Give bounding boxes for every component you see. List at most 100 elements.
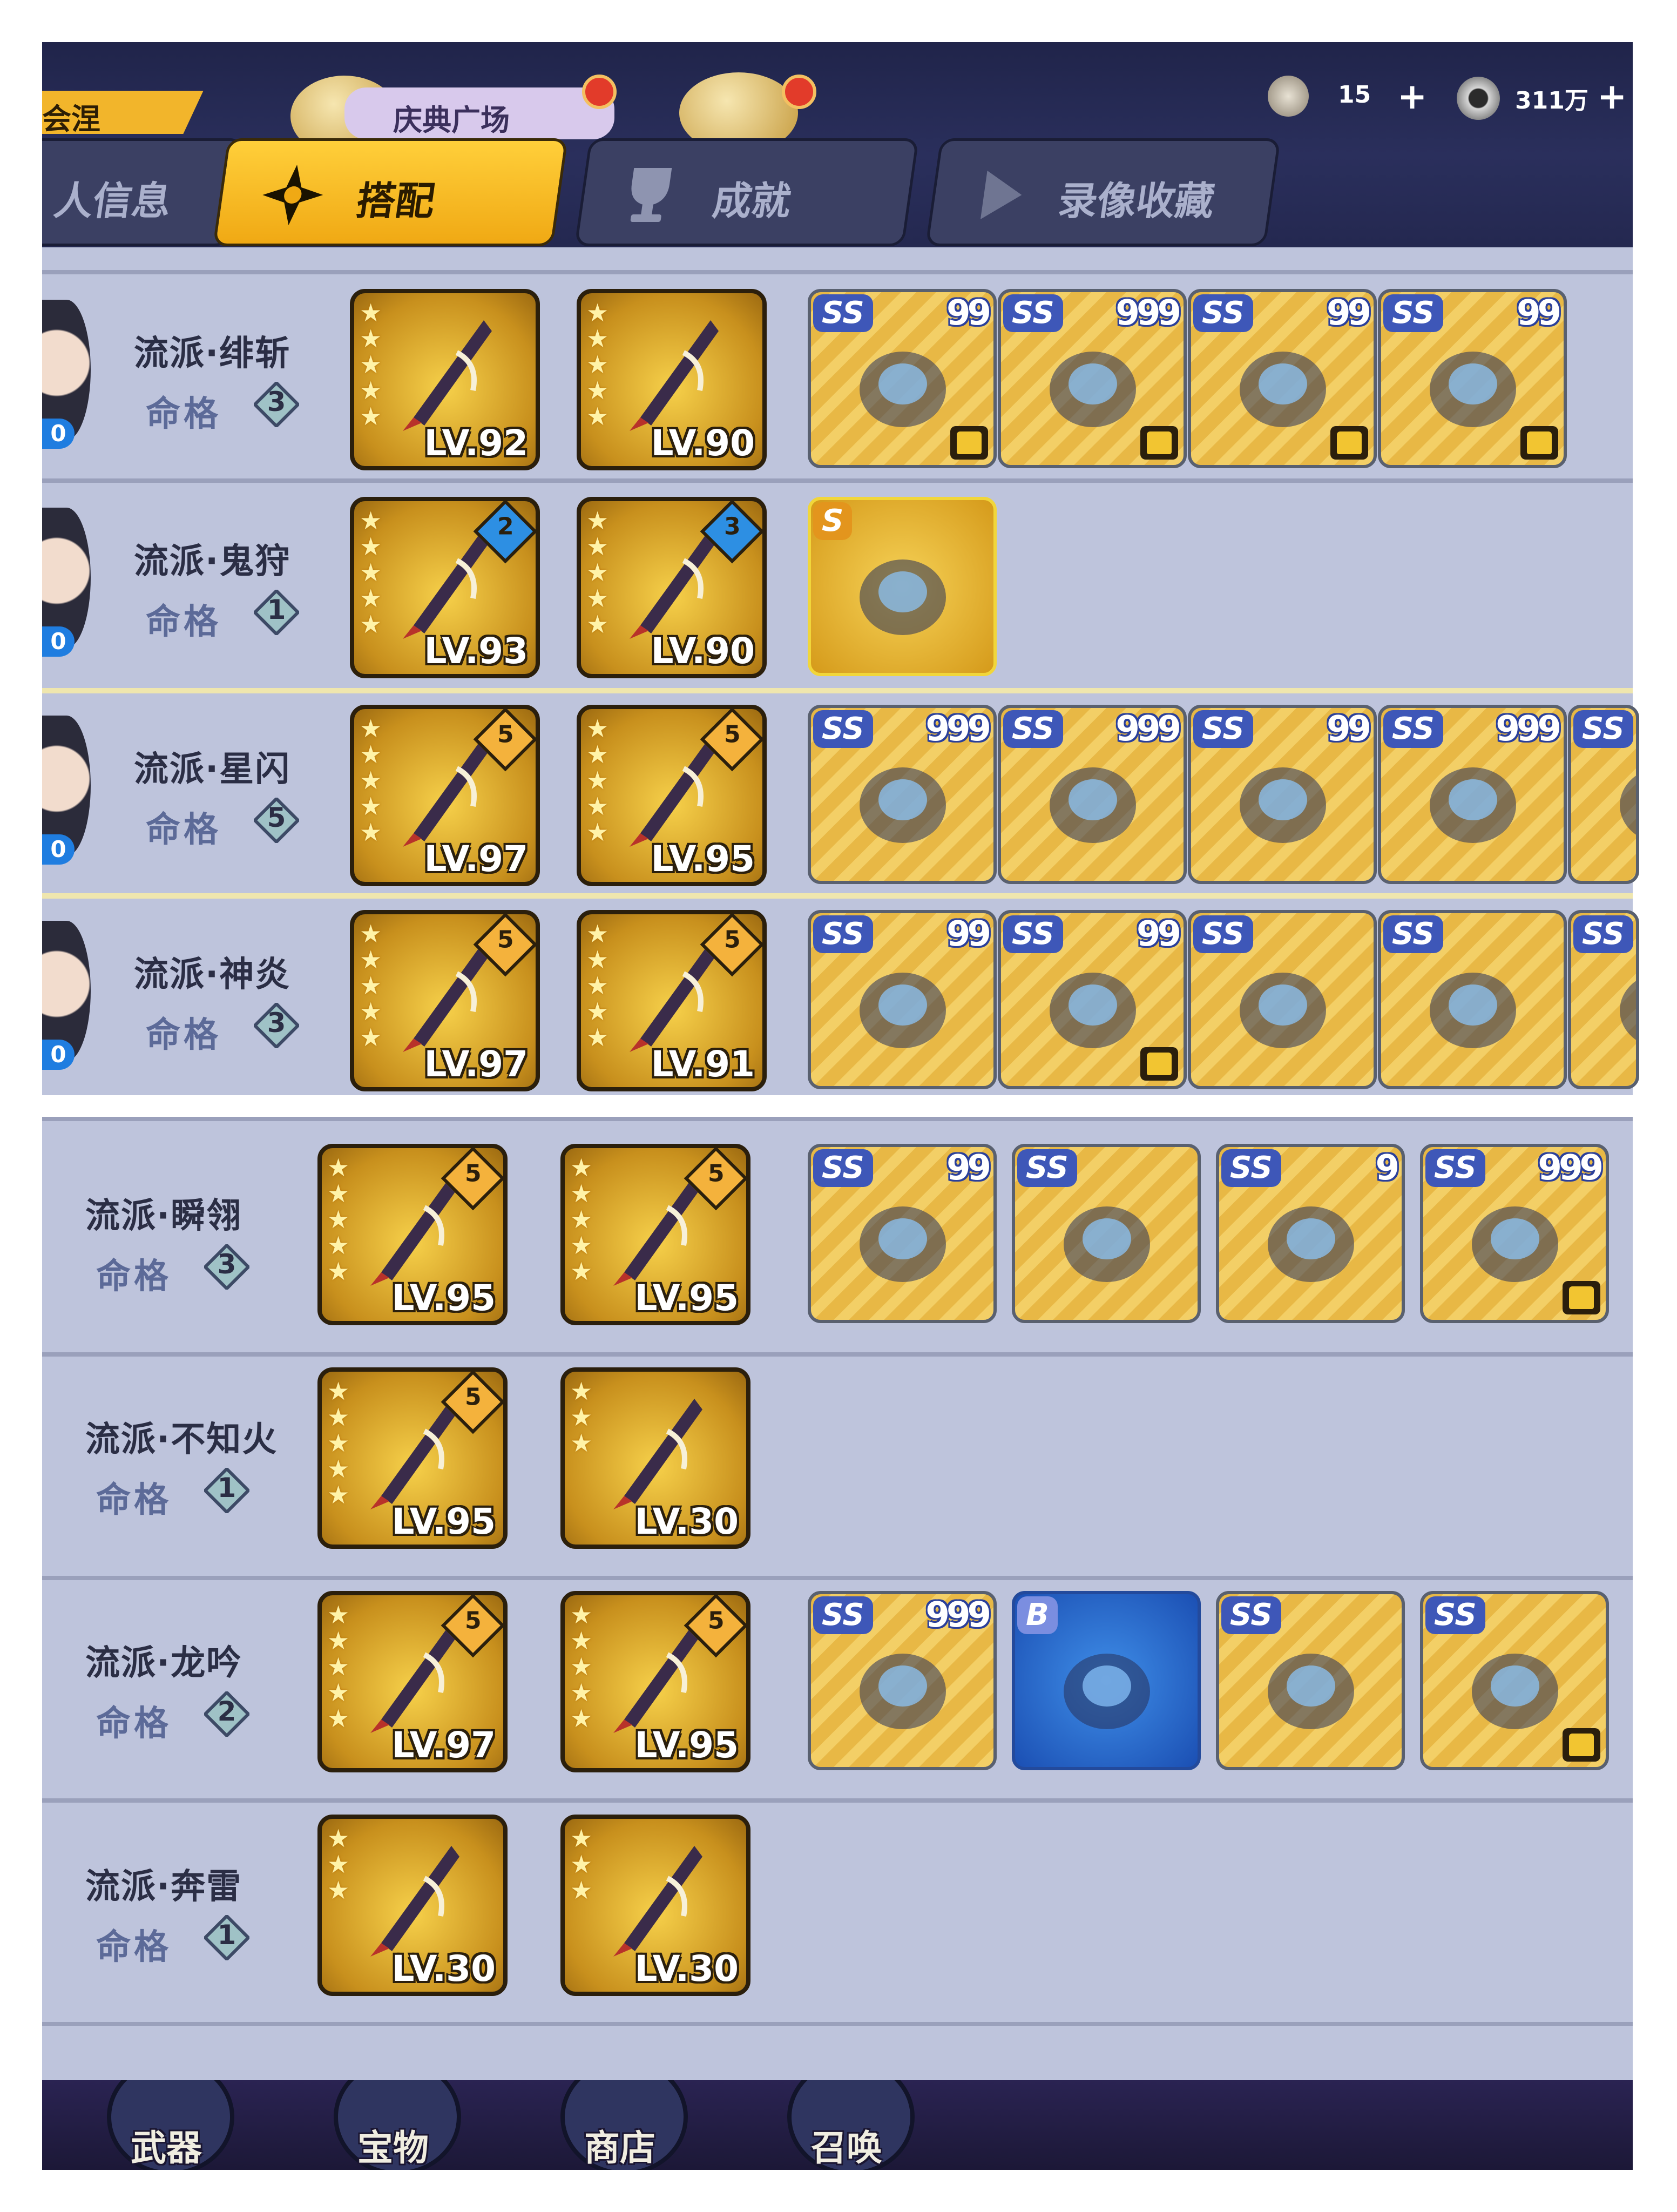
equipment-item[interactable]: SS 999 xyxy=(1420,1144,1609,1323)
equipment-item[interactable]: B xyxy=(1012,1591,1201,1770)
item-count: 999 xyxy=(925,1595,991,1635)
equipment-item[interactable]: SS 99 xyxy=(808,1144,997,1323)
equipment-item[interactable]: SS 99 xyxy=(808,289,997,468)
equipment-item[interactable]: SS xyxy=(1012,1144,1201,1323)
tab-personal-info-label: 人信息 xyxy=(51,178,174,224)
equipment-item[interactable]: SS 999 xyxy=(808,705,997,884)
mingge-rank-number: 3 xyxy=(267,1007,286,1038)
loadout-row[interactable]: 0 流派·星闪 命格 5 ★ ★ ★ ★ ★ 5 LV.97 ★ ★ ★ ★ ★ 5 LV.95 S… xyxy=(42,699,1639,886)
equipment-item[interactable]: SS xyxy=(1216,1591,1405,1770)
weapon-card[interactable]: ★ ★ ★ ★ ★ LV.92 xyxy=(350,289,540,470)
equipment-item[interactable]: SS 999 xyxy=(998,289,1187,468)
mingge-label: 命格 xyxy=(146,394,221,434)
item-grade-label: SS xyxy=(813,294,873,332)
nav-summon[interactable]: 召唤 xyxy=(766,2080,928,2170)
equipment-item[interactable]: SS 99 xyxy=(998,910,1187,1089)
star-rating-icon: ★ ★ ★ ★ ★ xyxy=(586,506,609,639)
item-grade-label: S xyxy=(813,502,853,540)
item-art-icon xyxy=(1252,1185,1370,1298)
star-rating-icon: ★ ★ ★ ★ ★ xyxy=(360,298,382,431)
weapon-card[interactable]: ★ ★ ★ ★ ★ 5 LV.95 xyxy=(317,1144,508,1325)
nav-treasure[interactable]: 宝物 xyxy=(312,2080,474,2170)
item-grade-label: SS xyxy=(1221,1596,1281,1634)
add-coin-button[interactable]: + xyxy=(1597,79,1627,114)
weapon-card[interactable]: ★ ★ ★ ★ ★ 2 LV.93 xyxy=(350,497,540,678)
tab-achievements[interactable]: 成就 xyxy=(574,138,919,246)
row-divider xyxy=(42,270,1633,274)
equipment-item[interactable]: SS xyxy=(1378,910,1567,1089)
mingge-rank-badge: 5 xyxy=(252,796,301,845)
row-divider xyxy=(42,478,1633,483)
tab-loadout[interactable]: 搭配 xyxy=(212,138,569,246)
weapon-level: LV.90 xyxy=(651,422,755,464)
loadout-row[interactable]: 0 流派·鬼狩 命格 1 ★ ★ ★ ★ ★ 2 LV.93 ★ ★ ★ ★ ★ 3 LV.90 S xyxy=(42,491,1633,678)
notification-dot-2 xyxy=(782,75,816,109)
equipment-item[interactable]: SS 99 xyxy=(1378,289,1567,468)
equipment-item[interactable]: SS xyxy=(1568,910,1639,1089)
weapon-card[interactable]: ★ ★ ★ ★ ★ 5 LV.97 xyxy=(350,910,540,1091)
weapon-card[interactable]: ★ ★ ★ LV.30 xyxy=(560,1815,750,1996)
equipment-item[interactable]: SS 999 xyxy=(808,1591,997,1770)
school-name: 流派·神炎 xyxy=(134,955,291,995)
notification-dot xyxy=(582,75,617,109)
equipment-item[interactable]: SS 9 xyxy=(1216,1144,1405,1323)
weapon-card[interactable]: ★ ★ ★ ★ ★ 5 LV.95 xyxy=(560,1591,750,1772)
weapon-level: LV.91 xyxy=(651,1043,755,1085)
loadout-row[interactable]: 0 流派·神炎 命格 3 ★ ★ ★ ★ ★ 5 LV.97 ★ ★ ★ ★ ★ 5 LV.91 S… xyxy=(42,905,1639,1091)
celebration-banner-text: 庆典广场 xyxy=(393,103,510,137)
equipment-item[interactable]: SS xyxy=(1568,705,1639,884)
equipment-item[interactable]: S xyxy=(808,497,997,676)
equipment-item[interactable]: SS 99 xyxy=(1188,705,1377,884)
item-art-icon xyxy=(1414,951,1532,1064)
weapon-art-icon xyxy=(360,1840,468,1959)
loadout-row[interactable]: 流派·不知火 命格 1 ★ ★ ★ ★ ★ 5 LV.95 ★ ★ ★ LV.30 xyxy=(42,1362,1633,1549)
item-grade-label: SS xyxy=(813,1149,873,1187)
weapon-level: LV.97 xyxy=(424,838,528,880)
weapon-card[interactable]: ★ ★ ★ LV.30 xyxy=(560,1367,750,1549)
weapon-grade-number: 5 xyxy=(724,720,741,748)
mingge-rank-number: 3 xyxy=(217,1249,236,1280)
item-grade-label: SS xyxy=(1573,915,1633,953)
row-divider xyxy=(42,1117,1633,1121)
weapon-card[interactable]: ★ ★ ★ ★ ★ 5 LV.95 xyxy=(560,1144,750,1325)
equipment-item[interactable]: SS 999 xyxy=(998,705,1187,884)
weapon-card[interactable]: ★ ★ ★ ★ ★ 5 LV.95 xyxy=(317,1367,508,1549)
weapon-card[interactable]: ★ ★ ★ ★ ★ 5 LV.95 xyxy=(577,705,767,886)
tab-replay-collection[interactable]: 录像收藏 xyxy=(925,138,1281,246)
loadout-row[interactable]: 0 流派·绯斩 命格 3 ★ ★ ★ ★ ★ LV.92 ★ ★ ★ ★ ★ LV.90 SS 9… xyxy=(42,284,1633,470)
tab-personal-info[interactable]: 人信息 xyxy=(42,138,245,246)
loadout-row[interactable]: 流派·龙吟 命格 2 ★ ★ ★ ★ ★ 5 LV.97 ★ ★ ★ ★ ★ 5 LV.95 SS… xyxy=(42,1586,1633,1772)
equipment-item[interactable]: SS xyxy=(1420,1591,1609,1770)
item-art-icon xyxy=(1456,1185,1574,1298)
nav-weapon[interactable]: 武器 xyxy=(85,2080,247,2170)
weapon-grade-number: 5 xyxy=(708,1159,725,1188)
weapon-card[interactable]: ★ ★ ★ ★ ★ 5 LV.91 xyxy=(577,910,767,1091)
school-name: 流派·鬼狩 xyxy=(134,542,291,582)
item-grade-label: SS xyxy=(813,915,873,953)
item-art-icon xyxy=(1252,1632,1370,1745)
equipment-item[interactable]: SS 99 xyxy=(808,910,997,1089)
row-divider xyxy=(42,1352,1633,1357)
weapon-card[interactable]: ★ ★ ★ ★ ★ 5 LV.97 xyxy=(317,1591,508,1772)
nav-shop[interactable]: 商店 xyxy=(539,2080,701,2170)
outfit-icon xyxy=(1330,426,1368,460)
item-grade-label: SS xyxy=(1383,294,1443,332)
weapon-card[interactable]: ★ ★ ★ ★ ★ 5 LV.97 xyxy=(350,705,540,886)
weapon-card[interactable]: ★ ★ ★ ★ ★ LV.90 xyxy=(577,289,767,470)
item-art-icon xyxy=(1456,1632,1574,1745)
equipment-item[interactable]: SS xyxy=(1188,910,1377,1089)
item-art-icon xyxy=(1223,330,1342,443)
equipment-item[interactable]: SS 999 xyxy=(1378,705,1567,884)
item-art-icon xyxy=(843,1185,962,1298)
item-count: 999 xyxy=(1115,709,1181,749)
weapon-card[interactable]: ★ ★ ★ ★ ★ 3 LV.90 xyxy=(577,497,767,678)
item-count: 99 xyxy=(946,1148,991,1188)
weapon-card[interactable]: ★ ★ ★ LV.30 xyxy=(317,1815,508,1996)
nav-label: 召唤 xyxy=(811,2127,882,2169)
loadout-row[interactable]: 流派·瞬翎 命格 3 ★ ★ ★ ★ ★ 5 LV.95 ★ ★ ★ ★ ★ 5 LV.95 SS… xyxy=(42,1138,1633,1325)
loadout-row[interactable]: 流派·奔雷 命格 1 ★ ★ ★ LV.30 ★ ★ ★ LV.30 xyxy=(42,1809,1633,1996)
equipment-item[interactable]: SS 99 xyxy=(1188,289,1377,468)
add-gem-button[interactable]: + xyxy=(1397,79,1427,114)
row-divider xyxy=(42,2022,1633,2026)
outfit-icon xyxy=(1563,1728,1600,1762)
